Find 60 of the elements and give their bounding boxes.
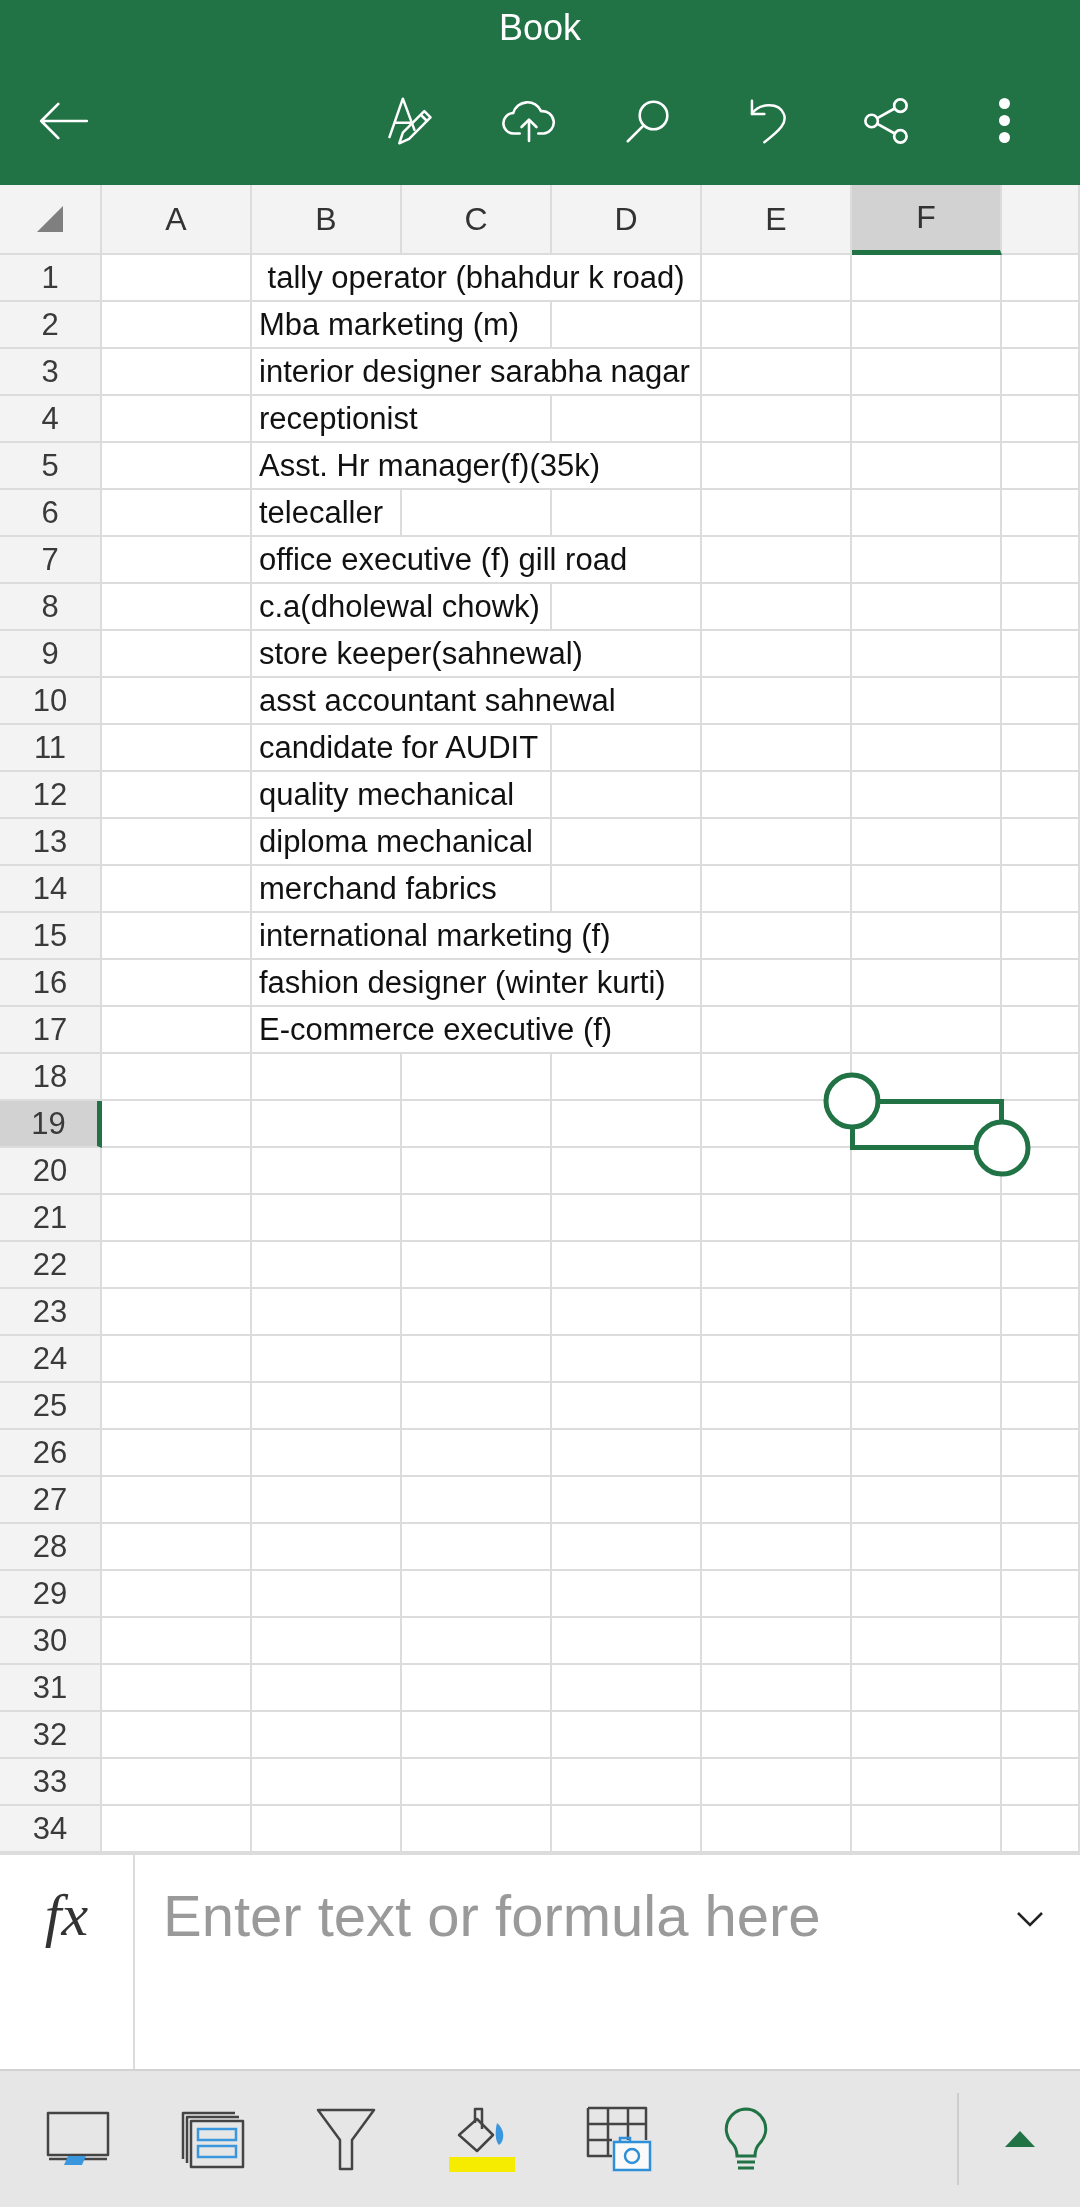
selection-handle[interactable] [823, 1072, 881, 1130]
column-header[interactable]: F [852, 185, 1002, 255]
row-header[interactable]: 6 [0, 490, 102, 537]
row-header[interactable]: 28 [0, 1524, 102, 1571]
row-header[interactable]: 14 [0, 866, 102, 913]
row-header[interactable]: 11 [0, 725, 102, 772]
row-header[interactable]: 2 [0, 302, 102, 349]
row-header[interactable]: 32 [0, 1712, 102, 1759]
row-header[interactable]: 15 [0, 913, 102, 960]
selection-handle[interactable] [973, 1119, 1031, 1177]
document-title: Book [498, 6, 582, 50]
row-header[interactable]: 5 [0, 443, 102, 490]
column-header[interactable]: B [252, 185, 402, 255]
row-header[interactable]: 4 [0, 396, 102, 443]
row-header[interactable]: 23 [0, 1289, 102, 1336]
cloud-upload-icon[interactable] [501, 98, 556, 143]
stacked-windows-icon[interactable] [181, 2109, 245, 2169]
row-header[interactable]: 25 [0, 1383, 102, 1430]
row-header[interactable]: 29 [0, 1571, 102, 1618]
row-header[interactable]: 8 [0, 584, 102, 631]
row-header[interactable]: 22 [0, 1242, 102, 1289]
row-header[interactable]: 19 [0, 1101, 102, 1148]
row-header[interactable]: 31 [0, 1665, 102, 1712]
select-all-triangle-icon[interactable] [37, 206, 63, 232]
row-header[interactable]: 13 [0, 819, 102, 866]
chevron-down-icon[interactable] [1016, 1911, 1044, 1927]
select-all-corner[interactable] [0, 185, 102, 255]
search-icon[interactable] [624, 97, 671, 144]
row-header[interactable]: 27 [0, 1477, 102, 1524]
row-header[interactable]: 12 [0, 772, 102, 819]
row-header[interactable]: 16 [0, 960, 102, 1007]
row-header[interactable]: 7 [0, 537, 102, 584]
share-icon[interactable] [862, 96, 909, 145]
screen-icon[interactable] [46, 2110, 110, 2168]
row-header[interactable]: 30 [0, 1618, 102, 1665]
paint-bucket-icon[interactable] [447, 2105, 515, 2173]
function-label[interactable]: fx [44, 1881, 89, 1949]
letter-pencil-icon[interactable] [385, 95, 434, 146]
column-header[interactable]: A [102, 185, 252, 255]
row-header[interactable]: 34 [0, 1806, 102, 1853]
row-header[interactable]: 20 [0, 1148, 102, 1195]
row-header[interactable]: 26 [0, 1430, 102, 1477]
back-arrow-icon[interactable] [39, 101, 89, 140]
column-header[interactable]: E [702, 185, 852, 255]
caret-up-icon[interactable] [1004, 2131, 1035, 2147]
table-camera-icon[interactable] [586, 2106, 652, 2172]
filter-icon[interactable] [316, 2107, 376, 2171]
row-header[interactable]: 1 [0, 255, 102, 302]
row-header[interactable]: 24 [0, 1336, 102, 1383]
row-header[interactable]: 9 [0, 631, 102, 678]
lightbulb-icon[interactable] [723, 2106, 769, 2172]
row-header[interactable]: 33 [0, 1759, 102, 1806]
row-header[interactable]: 18 [0, 1054, 102, 1101]
more-options-icon[interactable] [999, 98, 1010, 143]
column-header[interactable]: C [402, 185, 552, 255]
row-header[interactable]: 10 [0, 678, 102, 725]
row-header[interactable]: 17 [0, 1007, 102, 1054]
column-header[interactable]: D [552, 185, 702, 255]
row-header[interactable]: 3 [0, 349, 102, 396]
row-header[interactable]: 21 [0, 1195, 102, 1242]
